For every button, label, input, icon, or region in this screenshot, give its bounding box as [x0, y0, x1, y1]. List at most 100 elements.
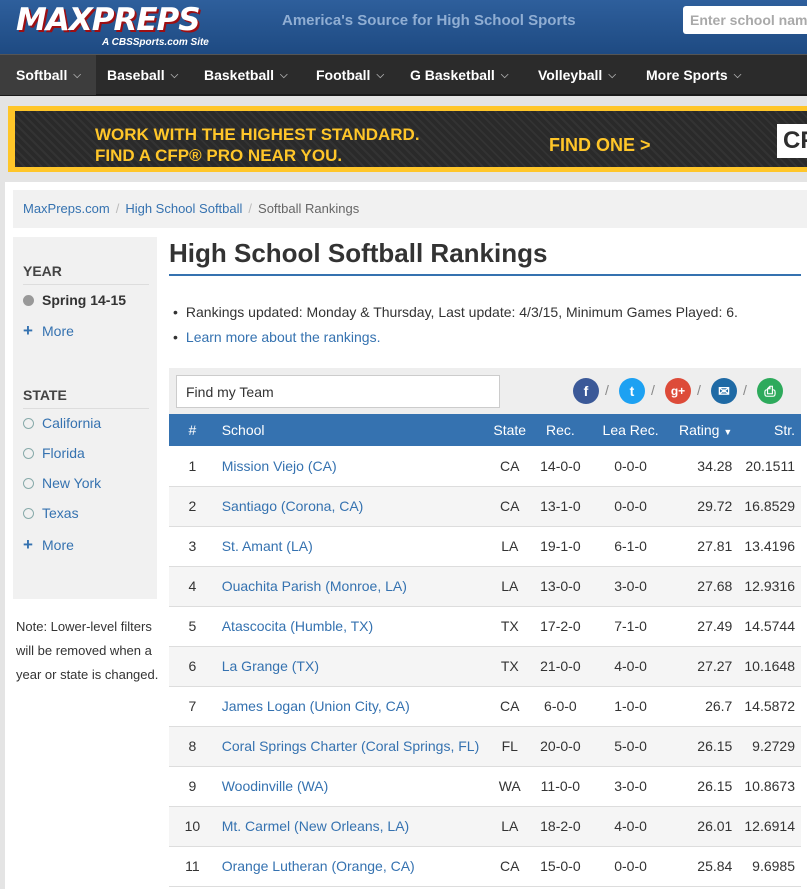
email-share-icon[interactable]: ✉	[711, 378, 737, 404]
school-link[interactable]: Ouachita Parish (Monroe, LA)	[222, 578, 407, 594]
rankings-info: Rankings updated: Monday & Thursday, Las…	[173, 300, 738, 350]
learn-more-link[interactable]: Learn more about the rankings.	[186, 329, 381, 345]
maxpreps-logo[interactable]: MAXPREPS A CBSSports.com Site	[16, 2, 209, 50]
chevron-down-icon: ⌵	[733, 70, 742, 82]
state-more-link[interactable]: + More	[23, 535, 74, 555]
state-option-california[interactable]: California	[23, 415, 101, 431]
school-link[interactable]: Orange Lutheran (Orange, CA)	[222, 858, 415, 874]
nav-softball[interactable]: Softball ⌵	[0, 55, 96, 95]
rank-cell: 8	[188, 738, 197, 754]
record-cell: 6-0-0	[544, 698, 577, 714]
chevron-down-icon: ⌵	[376, 70, 385, 82]
league-record-cell: 3-0-0	[614, 578, 647, 594]
school-link[interactable]: St. Amant (LA)	[222, 538, 313, 554]
state-option-new-york[interactable]: New York	[23, 475, 101, 491]
cfp-logo: CFP	[777, 124, 807, 158]
year-more-link[interactable]: + More	[23, 321, 74, 341]
year-heading: YEAR	[23, 263, 62, 279]
state-cell: CA	[500, 498, 520, 514]
col-state[interactable]: State	[487, 414, 533, 446]
filter-note: Note: Lower-level filters will be remove…	[16, 619, 159, 682]
learn-more-item: Learn more about the rankings.	[173, 325, 738, 350]
ad-banner[interactable]: WORK WITH THE HIGHEST STANDARD. FIND A C…	[8, 106, 807, 172]
strength-cell: 12.6914	[744, 818, 795, 834]
school-link[interactable]: Woodinville (WA)	[222, 778, 329, 794]
record-cell: 13-1-0	[540, 498, 581, 514]
main-content: MaxPreps.com / High School Softball / Softba…	[5, 182, 807, 889]
nav-more-sports[interactable]: More Sports ⌵	[636, 55, 741, 95]
state-cell: WA	[498, 778, 521, 794]
twitter-share-icon[interactable]: t	[619, 378, 645, 404]
rankings-body: 1 Mission Viejo (CA) CA 14-0-0 0-0-0 34.28 20.…	[169, 446, 801, 886]
table-row: 9 Woodinville (WA) WA 11-0-0 3-0-0 26.15 10.86…	[169, 766, 801, 806]
site-header: MAXPREPS A CBSSports.com Site America's …	[0, 0, 807, 54]
nav-basketball[interactable]: Basketball ⌵	[194, 55, 288, 95]
banner-headline: WORK WITH THE HIGHEST STANDARD.	[95, 125, 420, 144]
table-row: 6 La Grange (TX) TX 21-0-0 4-0-0 27.27 10.1648	[169, 646, 801, 686]
nav-football[interactable]: Football ⌵	[306, 55, 384, 95]
title-divider	[169, 274, 801, 276]
table-row: 1 Mission Viejo (CA) CA 14-0-0 0-0-0 34.28 20.…	[169, 446, 801, 486]
school-link[interactable]: Mt. Carmel (New Orleans, LA)	[222, 818, 409, 834]
league-record-cell: 4-0-0	[614, 658, 647, 674]
col-rating[interactable]: Rating ▼	[673, 414, 738, 446]
state-cell: CA	[500, 698, 520, 714]
chevron-down-icon: ⌵	[73, 70, 81, 82]
filter-sidebar: YEAR Spring 14-15 + More STATE California…	[13, 237, 157, 599]
rank-cell: 9	[188, 778, 197, 794]
radio-icon	[23, 508, 34, 519]
print-icon[interactable]: ⎙	[757, 378, 783, 404]
state-option-florida[interactable]: Florida	[23, 445, 85, 461]
col-school[interactable]: School	[216, 414, 487, 446]
nav-g-basketball[interactable]: G Basketball ⌵	[400, 55, 508, 95]
chevron-down-icon: ⌵	[170, 70, 179, 82]
table-row: 2 Santiago (Corona, CA) CA 13-1-0 0-0-0 29.72…	[169, 486, 801, 526]
strength-cell: 13.4196	[744, 538, 795, 554]
rating-cell: 26.15	[697, 738, 733, 754]
record-cell: 19-1-0	[540, 538, 581, 554]
col-league-record[interactable]: Lea Rec.	[588, 414, 673, 446]
sort-desc-icon: ▼	[723, 427, 733, 437]
school-cell: Woodinville (WA)	[216, 766, 487, 806]
rating-cell: 25.84	[697, 858, 733, 874]
school-cell: Coral Springs Charter (Coral Springs, FL…	[216, 726, 487, 766]
school-link[interactable]: Atascocita (Humble, TX)	[222, 618, 373, 634]
sport-nav: Softball ⌵ Baseball ⌵ Basketball ⌵ Football…	[0, 54, 807, 96]
breadcrumb-home[interactable]: MaxPreps.com	[23, 201, 110, 216]
banner-cta[interactable]: FIND ONE >	[549, 135, 651, 156]
rating-cell: 27.81	[697, 538, 733, 554]
nav-volleyball[interactable]: Volleyball ⌵	[528, 55, 616, 95]
table-row: 7 James Logan (Union City, CA) CA 6-0-0 1-0-…	[169, 686, 801, 726]
strength-cell: 10.8673	[744, 778, 795, 794]
strength-cell: 20.1511	[745, 457, 795, 474]
rank-cell: 4	[188, 578, 197, 594]
rank-cell: 7	[188, 698, 197, 714]
table-header-row: # School State Rec. Lea Rec. Rating ▼ Str…	[169, 414, 801, 446]
state-option-texas[interactable]: Texas	[23, 505, 79, 521]
record-cell: 20-0-0	[540, 738, 581, 754]
nav-baseball[interactable]: Baseball ⌵	[97, 55, 178, 95]
col-rank[interactable]: #	[169, 414, 216, 446]
col-strength[interactable]: Str.	[738, 414, 801, 446]
year-option-selected[interactable]: Spring 14-15	[23, 292, 126, 308]
school-search-input[interactable]	[683, 6, 807, 34]
school-link[interactable]: Santiago (Corona, CA)	[222, 498, 364, 514]
school-link[interactable]: James Logan (Union City, CA)	[222, 698, 410, 714]
state-cell: LA	[501, 818, 519, 834]
find-team-input[interactable]	[176, 375, 500, 408]
school-cell: James Logan (Union City, CA)	[216, 686, 487, 726]
strength-cell: 12.9316	[744, 578, 795, 594]
col-record[interactable]: Rec.	[533, 414, 589, 446]
school-link[interactable]: Coral Springs Charter (Coral Springs, FL…	[222, 738, 480, 754]
breadcrumb-section[interactable]: High School Softball	[125, 201, 242, 216]
rating-cell: 27.27	[697, 658, 733, 674]
page-title: High School Softball Rankings	[169, 238, 548, 268]
facebook-share-icon[interactable]: f	[573, 378, 599, 404]
school-link[interactable]: La Grange (TX)	[222, 658, 319, 674]
state-cell: LA	[501, 538, 519, 554]
strength-cell: 9.6985	[752, 858, 795, 874]
school-cell: Orange Lutheran (Orange, CA)	[216, 846, 487, 886]
school-link[interactable]: Mission Viejo (CA)	[222, 458, 337, 474]
table-row: 4 Ouachita Parish (Monroe, LA) LA 13-0-0 3-0…	[169, 566, 801, 606]
google-plus-share-icon[interactable]: g+	[665, 378, 691, 404]
